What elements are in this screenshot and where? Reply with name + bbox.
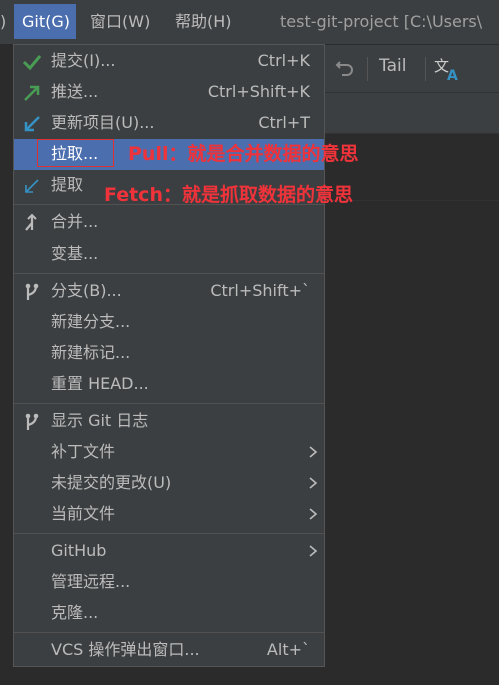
menu-item-new-branch[interactable]: 新建分支... <box>14 307 324 338</box>
menu-item-label: 分支(B)... <box>51 281 122 300</box>
menu-item-label: 未提交的更改(U) <box>51 473 172 492</box>
menu-item-patch-file[interactable]: 补丁文件 <box>14 437 324 468</box>
menu-item-label: VCS 操作弹出窗口... <box>51 640 200 659</box>
menu-item-update-project[interactable]: 更新项目(U)... Ctrl+T <box>14 108 324 139</box>
menu-item-label: 显示 Git 日志 <box>51 411 149 430</box>
menu-item-github[interactable]: GitHub <box>14 536 324 567</box>
pull-annotation: Pull：就是合并数据的意思 <box>128 143 359 165</box>
menu-item-label: 补丁文件 <box>51 442 116 461</box>
fetch-arrow-icon <box>25 179 39 193</box>
menu-item-label: 当前文件 <box>51 504 116 523</box>
menu-separator <box>14 632 324 633</box>
menu-item-label: 更新项目(U)... <box>51 113 155 132</box>
menu-item-label: 重置 HEAD... <box>51 374 149 393</box>
menu-item-rebase[interactable]: 变基... <box>14 239 324 270</box>
menu-item-manage-remotes[interactable]: 管理远程... <box>14 567 324 598</box>
menu-item-commit[interactable]: 提交(I)... Ctrl+K <box>14 46 324 77</box>
menu-item-label: 变基... <box>51 244 99 263</box>
menu-item-label: 提取 <box>51 175 84 194</box>
toolbar: Tail 文 A <box>325 45 499 93</box>
pull-highlight-box <box>37 139 114 167</box>
menu-item-merge[interactable]: 合并... <box>14 207 324 238</box>
menu-help[interactable]: 帮助(H) <box>175 9 232 35</box>
toolbar-separator <box>425 57 426 81</box>
toolbar-separator <box>367 57 368 81</box>
chevron-right-icon <box>309 477 318 489</box>
menu-item-push[interactable]: 推送... Ctrl+Shift+K <box>14 77 324 108</box>
fetch-annotation: Fetch：就是抓取数据的意思 <box>104 184 353 206</box>
chevron-right-icon <box>309 446 318 458</box>
git-dropdown-menu: 提交(I)... Ctrl+K 推送... Ctrl+Shift+K 更新项目(… <box>13 44 325 667</box>
menu-item-shortcut: Ctrl+Shift+` <box>210 281 310 300</box>
menu-item-shortcut: Ctrl+T <box>258 113 310 132</box>
menu-item-label: 新建标记... <box>51 343 131 362</box>
menu-item-shortcut: Ctrl+Shift+K <box>207 82 310 101</box>
check-icon <box>22 55 42 71</box>
menu-item-new-tag[interactable]: 新建标记... <box>14 338 324 369</box>
menu-item-uncommitted-changes[interactable]: 未提交的更改(U) <box>14 468 324 499</box>
menu-item-shortcut: Ctrl+K <box>257 51 310 70</box>
chevron-right-icon <box>309 508 318 520</box>
menu-separator <box>14 533 324 534</box>
translate-icon[interactable]: 文 A <box>433 53 463 83</box>
merge-icon <box>25 213 37 231</box>
menu-item-shortcut: Alt+` <box>266 640 310 659</box>
menu-item-vcs-popup[interactable]: VCS 操作弹出窗口... Alt+` <box>14 635 324 666</box>
menu-item-clone[interactable]: 克隆... <box>14 598 324 629</box>
window-title: test-git-project [C:\Users\ <box>280 12 483 31</box>
menu-item-current-file[interactable]: 当前文件 <box>14 499 324 530</box>
undo-icon[interactable] <box>333 55 357 79</box>
menu-separator <box>14 403 324 404</box>
git-log-icon <box>25 413 39 430</box>
menu-item-label: 新建分支... <box>51 312 131 331</box>
svg-text:A: A <box>447 68 458 83</box>
push-arrow-icon <box>24 85 40 101</box>
menu-git[interactable]: Git(G) <box>14 4 76 39</box>
menu-item-show-git-log[interactable]: 显示 Git 日志 <box>14 406 324 437</box>
menu-item-branches[interactable]: 分支(B)... Ctrl+Shift+` <box>14 276 324 307</box>
update-arrow-icon <box>24 116 40 132</box>
chevron-right-icon <box>309 545 318 557</box>
menu-item-label: 管理远程... <box>51 572 131 591</box>
menu-separator <box>14 273 324 274</box>
menu-item-label: GitHub <box>51 541 107 560</box>
menu-item-label: 克隆... <box>51 603 99 622</box>
menu-item-label: 推送... <box>51 82 99 101</box>
menu-item-label: 合并... <box>51 212 99 231</box>
menu-bar: ) Git(G) 窗口(W) 帮助(H) test-git-project [C… <box>0 0 499 45</box>
tail-button[interactable]: Tail <box>379 56 406 76</box>
editor-tab-strip <box>325 93 499 134</box>
menu-item-reset-head[interactable]: 重置 HEAD... <box>14 369 324 400</box>
menu-item-label: 提交(I)... <box>51 51 116 70</box>
menu-window[interactable]: 窗口(W) <box>90 9 150 35</box>
branch-icon <box>25 283 39 300</box>
menu-partial-item[interactable]: ) <box>0 9 10 35</box>
